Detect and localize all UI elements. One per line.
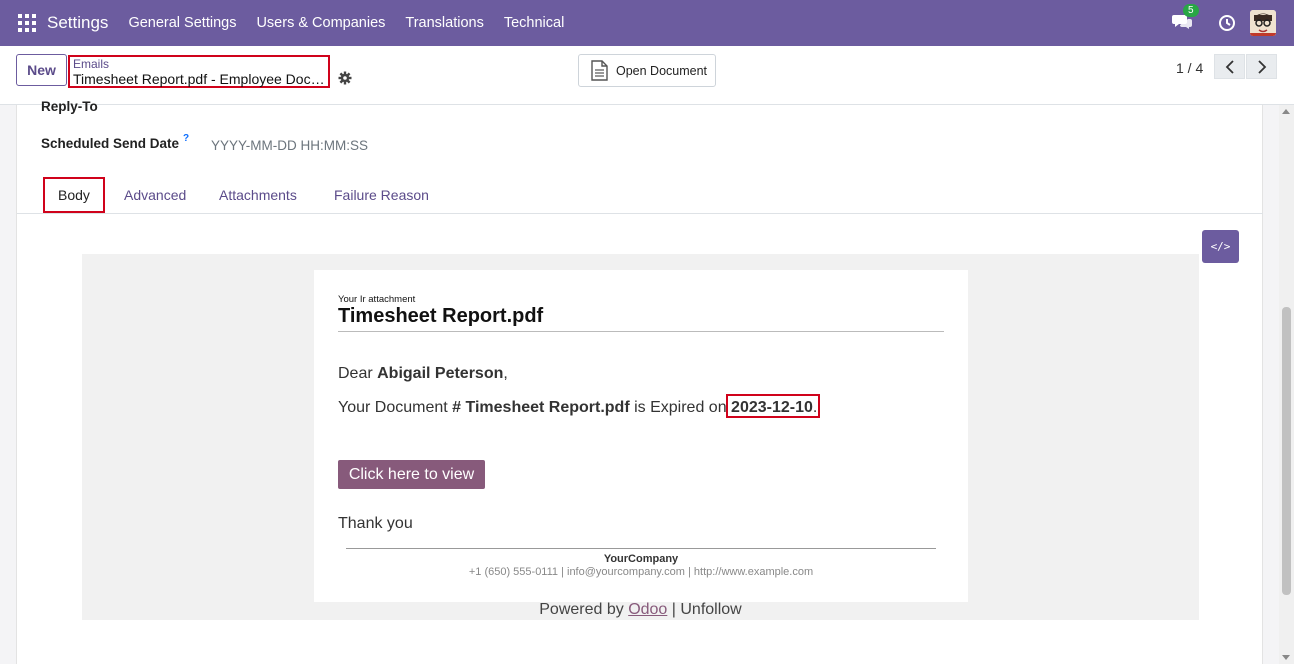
email-title: Timesheet Report.pdf bbox=[338, 305, 544, 327]
new-button[interactable]: New bbox=[16, 54, 67, 86]
form-sheet: Reply-To Scheduled Send Date ? YYYY-MM-D… bbox=[16, 99, 1263, 664]
notebook-tabs: Body Advanced Attachments Failure Reason bbox=[17, 175, 1263, 214]
email-card: Your Ir attachment Timesheet Report.pdf … bbox=[314, 270, 968, 602]
scheduled-send-date-label: Scheduled Send Date bbox=[41, 136, 180, 151]
chevron-left-icon bbox=[1225, 59, 1234, 74]
breadcrumb-current-record: Timesheet Report.pdf - Employee Doc… bbox=[73, 71, 325, 87]
menu-general-settings[interactable]: General Settings bbox=[128, 15, 236, 31]
breadcrumb: Emails Timesheet Report.pdf - Employee D… bbox=[68, 55, 330, 88]
doc-middle: is Expired on bbox=[629, 399, 732, 416]
tab-attachments[interactable]: Attachments bbox=[219, 175, 297, 214]
top-navbar: Settings General Settings Users & Compan… bbox=[0, 0, 1294, 46]
odoo-link[interactable]: Odoo bbox=[628, 601, 667, 618]
greeting-line: Dear Abigail Peterson, bbox=[338, 365, 508, 383]
recipient-name: Abigail Peterson bbox=[377, 365, 504, 382]
greeting-suffix: , bbox=[503, 365, 508, 382]
open-document-button[interactable]: Open Document bbox=[578, 54, 716, 87]
help-tooltip-icon[interactable]: ? bbox=[183, 133, 189, 144]
tab-failure-reason[interactable]: Failure Reason bbox=[334, 175, 429, 214]
email-body-preview: Your Ir attachment Timesheet Report.pdf … bbox=[82, 254, 1199, 620]
document-name: # Timesheet Report.pdf bbox=[452, 399, 630, 416]
chat-count-badge: 5 bbox=[1183, 4, 1199, 17]
company-name: YourCompany bbox=[603, 553, 679, 565]
reply-to-label: Reply-To bbox=[41, 99, 98, 114]
activity-clock-icon[interactable] bbox=[1218, 14, 1236, 32]
greeting-prefix: Dear bbox=[338, 365, 378, 382]
app-name[interactable]: Settings bbox=[47, 13, 108, 33]
pager-value[interactable]: 1 / 4 bbox=[1176, 60, 1203, 76]
footer-divider bbox=[346, 548, 936, 549]
scheduled-send-date-input[interactable]: YYYY-MM-DD HH:MM:SS bbox=[211, 138, 368, 153]
document-icon bbox=[591, 60, 608, 81]
click-here-to-view-button[interactable]: Click here to view bbox=[338, 460, 485, 489]
code-view-button[interactable]: </> bbox=[1202, 230, 1239, 263]
unfollow-text[interactable]: | Unfollow bbox=[667, 601, 742, 618]
code-icon: </> bbox=[1210, 240, 1231, 253]
menu-technical[interactable]: Technical bbox=[504, 15, 564, 31]
tab-advanced[interactable]: Advanced bbox=[124, 175, 186, 214]
email-small-heading: Your Ir attachment bbox=[338, 294, 416, 305]
messaging-button[interactable]: 5 bbox=[1172, 4, 1199, 33]
menu-translations[interactable]: Translations bbox=[405, 15, 483, 31]
gear-icon[interactable] bbox=[338, 71, 352, 85]
scrollbar-thumb[interactable] bbox=[1282, 307, 1291, 595]
powered-by-footer: Powered by Odoo | Unfollow bbox=[82, 601, 1199, 619]
menu-users-companies[interactable]: Users & Companies bbox=[256, 15, 385, 31]
control-panel: New Emails Timesheet Report.pdf - Employ… bbox=[0, 46, 1294, 105]
user-avatar[interactable] bbox=[1250, 10, 1276, 36]
scroll-up-icon[interactable] bbox=[1282, 109, 1290, 114]
powered-prefix: Powered by bbox=[539, 601, 629, 618]
pager-previous-button[interactable] bbox=[1214, 54, 1245, 79]
doc-prefix: Your Document bbox=[338, 399, 453, 416]
pager-next-button[interactable] bbox=[1246, 54, 1277, 79]
expiry-date-highlight bbox=[726, 394, 820, 418]
chevron-right-icon bbox=[1257, 59, 1266, 74]
open-document-label: Open Document bbox=[616, 63, 708, 78]
apps-menu-icon[interactable] bbox=[18, 14, 36, 32]
divider bbox=[338, 331, 944, 332]
tab-body[interactable]: Body bbox=[58, 175, 90, 214]
scroll-down-icon[interactable] bbox=[1282, 655, 1290, 660]
vertical-scrollbar[interactable] bbox=[1279, 105, 1294, 664]
breadcrumb-parent-link[interactable]: Emails bbox=[73, 57, 109, 71]
thanks-text: Thank you bbox=[338, 515, 413, 532]
company-contact: +1 (650) 555-0111 | info@yourcompany.com… bbox=[468, 566, 814, 578]
